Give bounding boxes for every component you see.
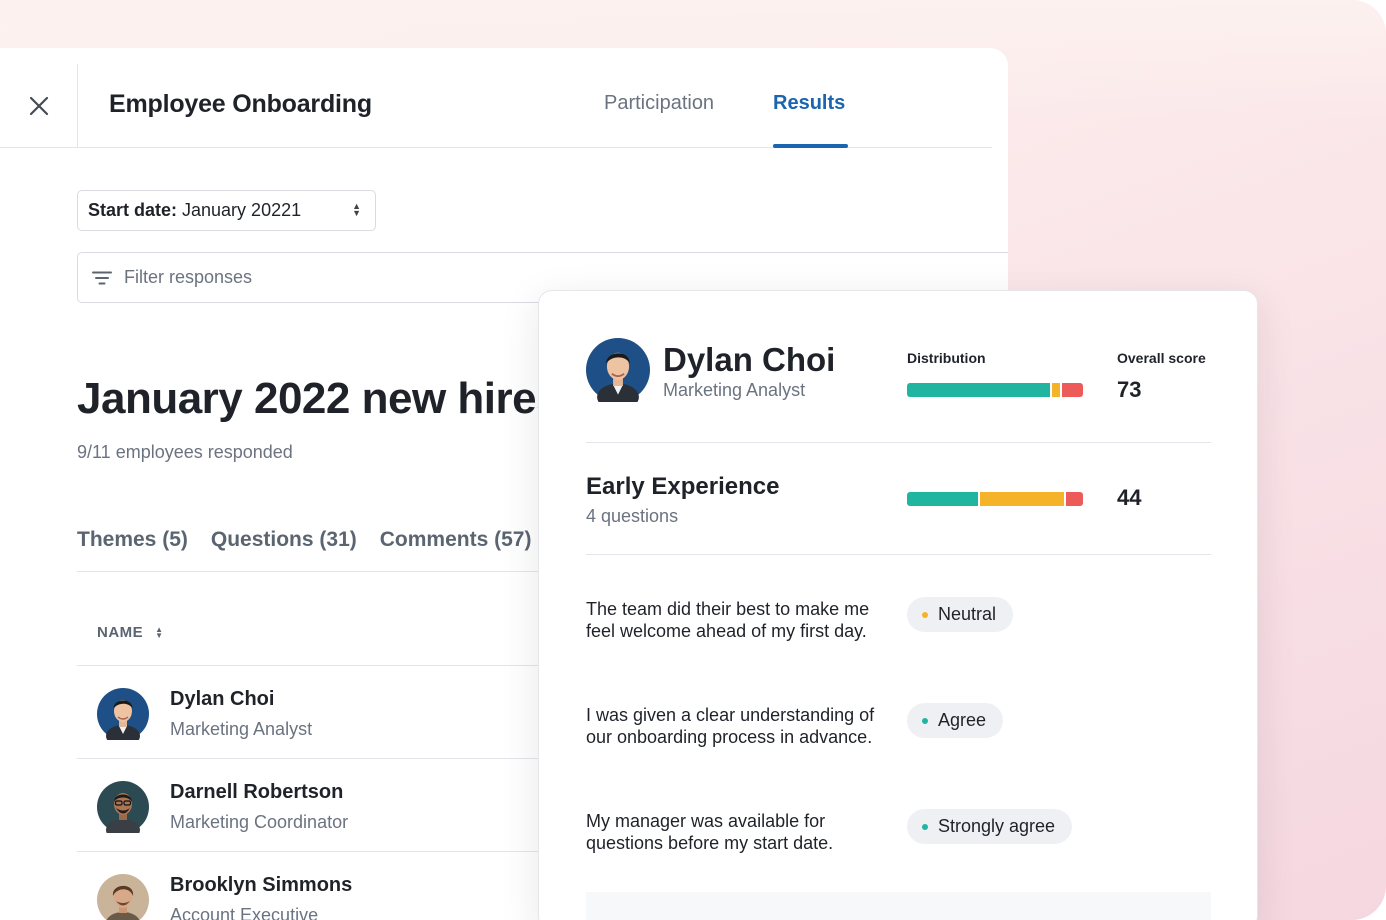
answer-label: Strongly agree bbox=[938, 816, 1056, 836]
distribution-segment-neutral bbox=[979, 492, 1064, 506]
subtab-questions[interactable]: Questions (31) bbox=[211, 528, 357, 552]
distribution-segment-agree bbox=[907, 492, 978, 506]
table-row[interactable]: Darnell Robertson Marketing Coordinator bbox=[97, 781, 537, 861]
answer-label: Agree bbox=[938, 710, 987, 730]
top-bar: Employee Onboarding Participation Result… bbox=[0, 64, 992, 148]
name-column-header[interactable]: NAME ▲ ▼ bbox=[97, 624, 164, 641]
subtab-comments[interactable]: Comments (57) bbox=[380, 528, 532, 552]
active-tab-indicator bbox=[773, 144, 848, 148]
divider bbox=[586, 554, 1211, 555]
overall-score-label: Overall score bbox=[1117, 350, 1206, 366]
avatar bbox=[97, 874, 149, 920]
subtabs-divider bbox=[77, 571, 547, 572]
avatar bbox=[97, 781, 149, 833]
response-count: 9/11 employees responded bbox=[77, 442, 293, 462]
row-divider bbox=[77, 665, 547, 666]
start-date-value: January 20221 bbox=[182, 200, 302, 220]
close-icon bbox=[29, 96, 48, 116]
distribution-segment-neutral bbox=[1051, 383, 1061, 397]
sentiment-dot bbox=[922, 611, 928, 618]
name-column-label: NAME bbox=[97, 624, 144, 641]
answer-label: Neutral bbox=[938, 604, 997, 624]
employee-role: Marketing Analyst bbox=[170, 719, 313, 739]
filter-placeholder: Filter responses bbox=[124, 267, 253, 287]
section-score-value: 44 bbox=[1117, 485, 1142, 510]
distribution-segment-disagree bbox=[1065, 492, 1083, 506]
employee-role: Account Executive bbox=[170, 905, 319, 920]
question-text: The team did their best to make me feel … bbox=[586, 599, 870, 641]
avatar bbox=[97, 688, 149, 740]
table-row[interactable]: Brooklyn Simmons Account Executive bbox=[97, 874, 537, 920]
app-title: Employee Onboarding bbox=[109, 90, 372, 118]
answer-pill: Agree bbox=[907, 703, 1004, 738]
answer-pill: Neutral bbox=[907, 597, 1014, 632]
table-row[interactable]: Dylan Choi Marketing Analyst bbox=[97, 688, 537, 768]
employee-name: Dylan Choi bbox=[663, 341, 836, 378]
page-title: January 2022 new hires bbox=[77, 374, 561, 423]
start-date-label: Start date: bbox=[88, 200, 178, 220]
next-section-preview bbox=[586, 892, 1211, 920]
subtab-themes[interactable]: Themes (5) bbox=[77, 528, 188, 552]
employee-role: Marketing Analyst bbox=[663, 380, 806, 400]
employee-name: Brooklyn Simmons bbox=[170, 874, 353, 896]
tab-results[interactable]: Results bbox=[773, 92, 845, 115]
select-caret-icon: ▲ ▼ bbox=[352, 201, 361, 218]
sentiment-dot bbox=[922, 717, 928, 724]
employee-detail-card: Dylan Choi Marketing Analyst Distributio… bbox=[538, 290, 1258, 920]
results-subtabs: Themes (5) Questions (31) Comments (57) bbox=[77, 528, 531, 552]
row-divider bbox=[77, 758, 547, 759]
divider bbox=[586, 442, 1211, 443]
distribution-segment-disagree bbox=[1062, 383, 1083, 397]
section-distribution-bar bbox=[907, 492, 1083, 506]
overall-score-value: 73 bbox=[1117, 377, 1142, 402]
distribution-label: Distribution bbox=[907, 350, 986, 366]
employee-role: Marketing Coordinator bbox=[170, 812, 349, 832]
close-button[interactable] bbox=[0, 64, 78, 148]
sentiment-dot bbox=[922, 823, 928, 830]
question-text: I was given a clear understanding of our… bbox=[586, 705, 875, 747]
sort-icon: ▲ ▼ bbox=[155, 624, 164, 640]
row-divider bbox=[77, 851, 547, 852]
filter-lines-icon bbox=[92, 271, 112, 285]
answer-pill: Strongly agree bbox=[907, 809, 1073, 844]
distribution-segment-agree bbox=[907, 383, 1050, 397]
overall-distribution-bar bbox=[907, 383, 1083, 397]
question-text: My manager was available for questions b… bbox=[586, 811, 834, 853]
tab-participation[interactable]: Participation bbox=[604, 92, 714, 115]
employee-name: Darnell Robertson bbox=[170, 781, 344, 803]
start-date-select[interactable]: Start date: January 20221 ▲ ▼ bbox=[77, 190, 376, 231]
employee-name: Dylan Choi bbox=[170, 688, 275, 710]
section-title: Early Experience bbox=[586, 473, 780, 500]
section-question-count: 4 questions bbox=[586, 506, 679, 526]
avatar bbox=[586, 338, 650, 402]
